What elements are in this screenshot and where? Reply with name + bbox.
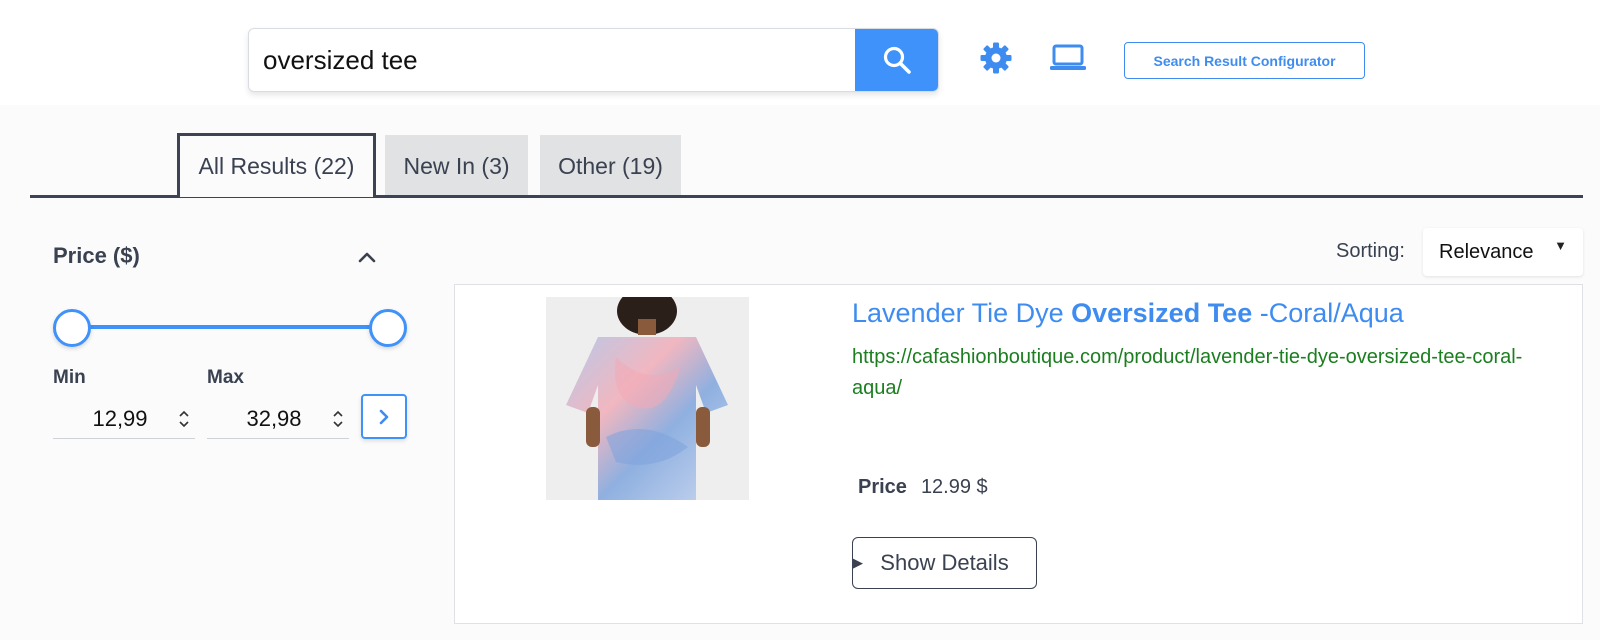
min-price-input[interactable]: 12,99 — [53, 400, 195, 439]
min-price-label: Min — [53, 367, 86, 388]
settings-button[interactable] — [976, 38, 1016, 78]
search-icon — [883, 46, 911, 74]
search-result-configurator-button[interactable]: Search Result Configurator — [1124, 42, 1365, 79]
max-price-label: Max — [207, 367, 244, 388]
product-photo — [546, 297, 749, 500]
device-preview-button[interactable] — [1048, 38, 1088, 78]
gear-icon — [980, 42, 1012, 74]
result-title-highlight: Oversized Tee — [1071, 298, 1253, 328]
chevron-up-icon — [358, 252, 376, 263]
result-title-prefix: Lavender Tie Dye — [852, 298, 1072, 328]
show-details-label: Show Details — [880, 550, 1009, 575]
sorting-selected-value: Relevance — [1439, 240, 1534, 263]
sorting-select[interactable]: Relevance ▼ — [1423, 228, 1583, 276]
laptop-icon — [1050, 44, 1086, 70]
tab-all-results[interactable]: All Results (22) — [177, 133, 376, 197]
stepper-arrows-icon — [179, 410, 189, 428]
search-button[interactable] — [855, 29, 938, 91]
price-value: 12.99 $ — [920, 476, 988, 498]
price-filter-title: Price ($) — [53, 243, 140, 268]
price-slider-min-handle[interactable] — [53, 309, 91, 347]
stepper-arrows-icon — [333, 410, 343, 428]
search-bar — [248, 28, 939, 92]
show-details-button[interactable]: ▶ Show Details — [852, 537, 1037, 589]
result-title-suffix: -Coral/Aqua — [1252, 298, 1404, 328]
min-price-stepper[interactable] — [173, 408, 195, 430]
search-input[interactable] — [249, 29, 855, 91]
result-price: Price 12.99 $ — [858, 476, 988, 499]
disclosure-triangle-icon: ▶ — [853, 555, 863, 570]
product-image[interactable] — [546, 297, 749, 500]
price-slider-max-handle[interactable] — [369, 309, 407, 347]
sorting-label: Sorting: — [1336, 240, 1405, 262]
price-slider-track[interactable] — [72, 325, 390, 329]
search-results-page: Search Result Configurator All Results (… — [0, 0, 1600, 640]
max-price-input[interactable]: 32,98 — [207, 400, 349, 439]
result-url[interactable]: https://cafashionboutique.com/product/la… — [852, 342, 1552, 404]
min-price-value[interactable]: 12,99 — [53, 406, 173, 432]
result-title-link[interactable]: Lavender Tie Dye Oversized Tee -Coral/Aq… — [852, 298, 1404, 329]
price-label: Price — [858, 476, 907, 498]
tab-other[interactable]: Other (19) — [540, 135, 681, 197]
chevron-right-icon — [379, 409, 389, 424]
tab-new-in[interactable]: New In (3) — [385, 135, 528, 197]
max-price-stepper[interactable] — [327, 408, 349, 430]
max-price-value[interactable]: 32,98 — [207, 406, 327, 432]
apply-price-filter-button[interactable] — [361, 394, 407, 439]
price-filter-collapse-button[interactable] — [355, 245, 379, 269]
dropdown-caret-icon: ▼ — [1554, 238, 1567, 253]
